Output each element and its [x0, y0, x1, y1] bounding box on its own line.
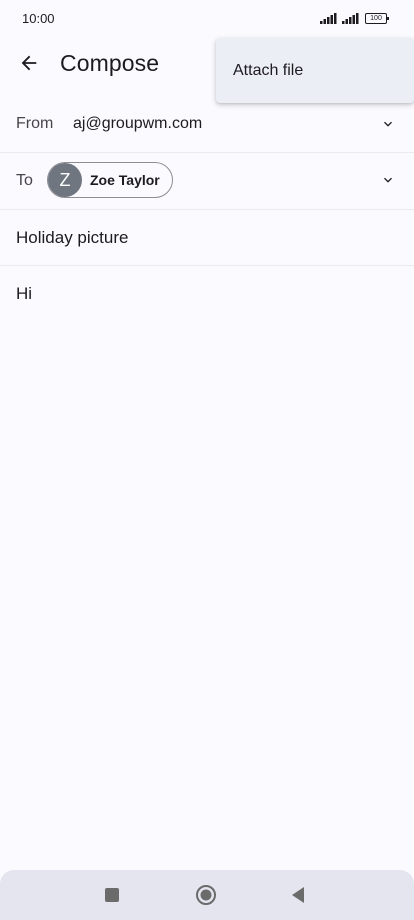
chevron-down-icon[interactable]	[380, 116, 396, 132]
page-title: Compose	[60, 50, 160, 76]
signal-icon	[320, 13, 337, 24]
home-circle-icon	[196, 885, 216, 905]
to-label: To	[16, 172, 33, 189]
status-bar: 10:00 100	[0, 0, 414, 38]
recipient-chip[interactable]: Z Zoe Taylor	[47, 162, 173, 198]
avatar: Z	[48, 163, 82, 197]
recipient-name: Zoe Taylor	[90, 172, 160, 188]
back-triangle-icon	[292, 887, 304, 903]
from-row[interactable]: From aj@groupwm.com	[0, 98, 414, 153]
recents-button[interactable]	[98, 881, 126, 909]
recents-square-icon	[105, 888, 119, 902]
battery-icon: 100	[365, 13, 389, 24]
arrow-left-icon	[21, 55, 37, 71]
signal-icon	[342, 13, 359, 24]
to-row[interactable]: To Z Zoe Taylor	[0, 153, 414, 210]
body-text: Hi	[16, 284, 33, 303]
compose-screen: 10:00 100 Compose From aj@groupwm.com To…	[0, 0, 414, 920]
menu-item-attach-file[interactable]: Attach file	[216, 38, 414, 103]
chevron-down-icon[interactable]	[380, 172, 396, 188]
navigation-bar	[0, 870, 414, 920]
subject-field[interactable]: Holiday picture	[0, 210, 414, 266]
subject-text: Holiday picture	[16, 228, 129, 247]
home-button[interactable]	[192, 881, 220, 909]
body-field[interactable]: Hi	[0, 266, 414, 866]
status-time: 10:00	[22, 11, 55, 26]
overflow-menu: Attach file	[216, 38, 414, 103]
back-button[interactable]	[12, 46, 46, 80]
from-label: From	[16, 115, 54, 132]
nav-back-button[interactable]	[284, 881, 312, 909]
from-address: aj@groupwm.com	[73, 115, 203, 132]
